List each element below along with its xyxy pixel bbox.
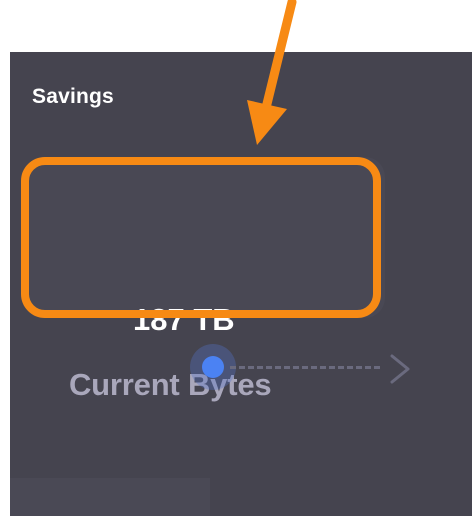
dot-icon (202, 356, 224, 378)
left-edge (0, 52, 10, 516)
panel-title: Savings (32, 85, 114, 108)
footer-placeholder (10, 478, 210, 516)
arrow-down-icon (247, 0, 297, 145)
chevron-right-icon (390, 354, 410, 384)
highlight-box (21, 157, 381, 318)
dashed-connector (230, 366, 380, 369)
screenshot-stage: Savings 187 TB Current Bytes (0, 0, 472, 516)
flow-indicator (30, 328, 420, 408)
